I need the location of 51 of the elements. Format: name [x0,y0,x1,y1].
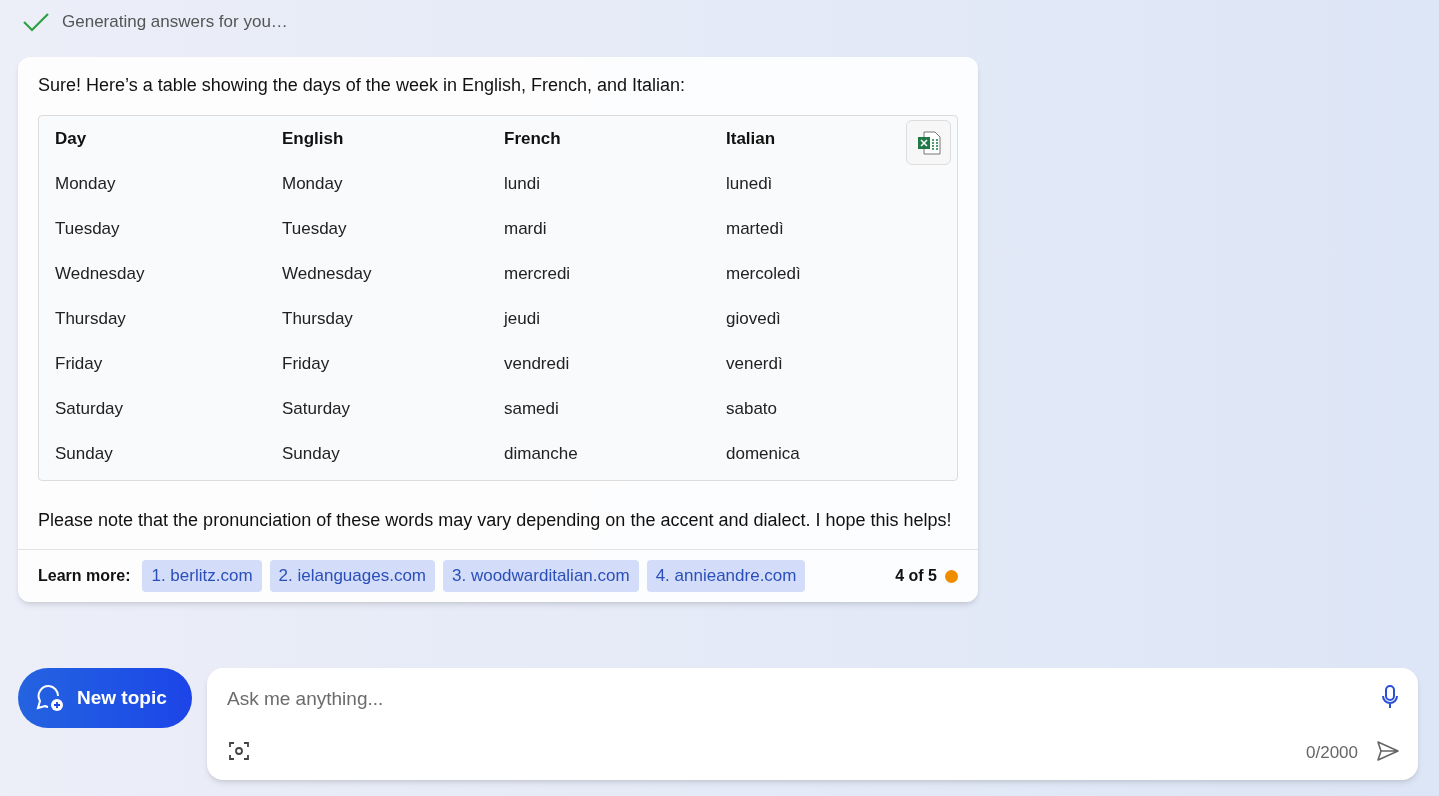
microphone-icon[interactable] [1380,684,1400,710]
table-cell-text: Saturday [282,397,351,420]
table-cell-text: Sunday [55,442,113,465]
spreadsheet-icon [915,129,942,156]
send-icon[interactable] [1376,740,1400,762]
table-cell-text: Wednesday [55,262,145,285]
table-cell-text: Monday [282,172,343,195]
table-cell-text: venerdì [726,352,783,375]
table-cell-text: Tuesday [282,217,347,240]
chat-add-icon [35,683,65,713]
table-cell-text: lundi [504,172,540,195]
status-text: Generating answers for you… [62,10,288,33]
table-cell-text: sabato [726,397,778,420]
new-topic-button[interactable]: New topic [18,668,192,728]
table-cell-text: mercoledì [726,262,801,285]
export-excel-button[interactable] [906,120,951,165]
table-cell-text: vendredi [504,352,570,375]
source-link[interactable]: 2. ielanguages.com [269,560,435,592]
table-cell-text: Wednesday [282,262,372,285]
table-cell-text: Thursday [282,307,353,330]
table-cell-text: Tuesday [55,217,120,240]
table-cell-text: dimanche [504,442,578,465]
table-cell-text: giovedì [726,307,781,330]
ask-input-field[interactable]: Ask me anything... [227,684,1327,714]
learn-more-label: Learn more: [38,566,131,586]
table-cell-text: lunedì [726,172,773,195]
table-cell-text: samedi [504,397,559,420]
column-header: English [282,127,344,150]
intro-text: Sure! Here’s a table showing the days of the week in English, French, and Italian: [38,74,687,97]
table-cell-text: Thursday [55,307,126,330]
note-text: Please note that the pronunciation of these words may vary depending on the accent and dialect. I hope this helps! [38,509,953,532]
column-header: Day [55,127,87,150]
character-count: 0/2000 [1306,742,1358,764]
table-cell-text: mardi [504,217,547,240]
source-link[interactable]: 4. annieandre.com [646,560,806,592]
checkmark-icon [22,10,50,33]
column-header: Italian [726,127,776,150]
table-cell-text: Monday [55,172,116,195]
column-header: French [504,127,561,150]
table-cell-text: domenica [726,442,800,465]
table-cell-text: Friday [282,352,330,375]
table-cell-text: Friday [55,352,103,375]
response-counter: 4 of 5 [895,566,937,586]
source-link[interactable]: 3. woodwarditalian.com [443,560,639,592]
table-cell-text: Sunday [282,442,340,465]
source-link[interactable]: 1. berlitz.com [142,560,262,592]
table-cell-text: martedì [726,217,784,240]
camera-scan-icon[interactable] [228,740,250,762]
table-cell-text: jeudi [504,307,540,330]
table-cell-text: Saturday [55,397,124,420]
table-cell-text: mercredi [504,262,571,285]
